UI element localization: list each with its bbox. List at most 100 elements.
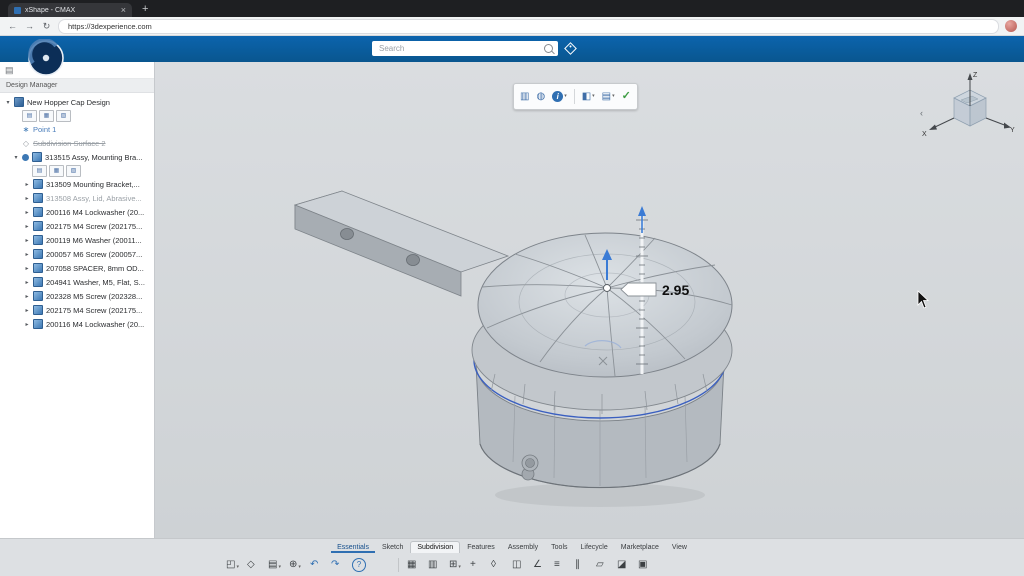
mini-tool-icon[interactable]: ▧ [56,110,71,122]
tree-node-part[interactable]: ▸ 207058 SPACER, 8mm OD... [0,261,154,275]
settings-tool-icon[interactable]: ⊕▾ [289,560,302,570]
undo-icon[interactable]: ↶ [310,560,323,570]
tree-node-part[interactable]: ▸ 313509 Mounting Bracket,... [0,177,154,191]
design-manager-panel: ▤ Design Manager ▾ New Hopper Cap Design… [0,62,155,538]
grid-view-icon[interactable]: ▦ [407,560,420,570]
expand-icon[interactable]: ▸ [24,307,30,314]
validate-icon[interactable]: ✓ [622,91,631,102]
3d-viewport[interactable]: 2.95 ▥ ◍ i ▾ ◧▾ ▤▾ ✓ [155,62,1024,538]
prism-tool-icon[interactable]: ◇ [247,560,260,570]
orientation-triad[interactable]: Z X Y ‹ [920,68,1016,148]
measurement-value: 2.95 [662,282,689,298]
redo-icon[interactable]: ↷ [331,560,344,570]
tab-tools[interactable]: Tools [545,542,573,553]
tree-node-part[interactable]: ▸ 313508 Assy, Lid, Abrasive... [0,191,154,205]
search-icon[interactable] [544,44,553,53]
tab-view[interactable]: View [666,542,693,553]
3ds-compass-logo[interactable] [27,39,65,77]
collapse-icon[interactable]: ▾ [13,154,19,161]
tree-node-label: 200119 M6 Washer (20011... [46,236,142,245]
mini-tool-icon[interactable]: ▦ [49,165,64,177]
table-view-icon[interactable]: ▥ [428,560,441,570]
tab-lifecycle[interactable]: Lifecycle [575,542,614,553]
tree-node-part[interactable]: ▸ 202328 M5 Screw (202328... [0,289,154,303]
columns-view-icon[interactable]: ▥ [520,92,529,102]
pattern-tool-icon[interactable]: ⊞▾ [449,560,462,570]
url-field[interactable]: https://3dexperience.com [58,19,999,34]
diamond-tool-icon[interactable]: ◊ [491,560,504,570]
tree-node-point[interactable]: ∗ Point 1 [0,122,154,136]
tree-node-label: 313515 Assy, Mounting Bra... [45,153,142,162]
info-icon[interactable]: i ▾ [552,91,567,102]
layers-icon[interactable]: ◧▾ [582,92,595,102]
tab-essentials[interactable]: Essentials [331,542,375,553]
collapse-icon[interactable]: ▾ [5,99,11,106]
expand-icon[interactable]: ▸ [24,181,30,188]
new-tab-button[interactable]: + [142,4,148,15]
expand-icon[interactable]: ▸ [24,321,30,328]
display-mode-icon[interactable]: ▤▾ [602,92,615,102]
tree-node-part[interactable]: ▸ 202175 M4 Screw (202175... [0,303,154,317]
action-bar-tools: ◰▾ ◇ ▤▾ ⊕▾ ↶ ↷ ? ▦ ▥ ⊞▾ + ◊ ◫ ∠ ≡ ∥ [0,553,1024,576]
forward-icon[interactable]: → [24,21,35,31]
part-icon [33,291,43,301]
box-tool-icon[interactable]: ▣ [638,560,651,570]
tree-node-part[interactable]: ▸ 200116 M4 Lockwasher (20... [0,317,154,331]
tree-node-part[interactable]: ▸ 204941 Washer, M5, Flat, S... [0,275,154,289]
expand-icon[interactable]: ▸ [24,237,30,244]
tree-panel-icon[interactable]: ▤ [5,65,14,76]
tree-node-part[interactable]: ▸ 200119 M6 Washer (20011... [0,233,154,247]
expand-icon[interactable]: ▸ [24,223,30,230]
part-icon [33,305,43,315]
browser-tab[interactable]: xShape - CMAX × [8,3,132,17]
refresh-icon[interactable]: ↻ [41,21,52,32]
shape-tool-icon[interactable]: ◰▾ [226,560,239,570]
tree-node-label: 202328 M5 Screw (202328... [46,292,142,301]
view-toolbar: ▥ ◍ i ▾ ◧▾ ▤▾ ✓ [513,83,638,110]
expand-icon[interactable]: ▸ [24,265,30,272]
browser-tab-strip: xShape - CMAX × + [0,0,1024,17]
tab-assembly[interactable]: Assembly [502,542,544,553]
tree-node-part[interactable]: ▸ 200057 M6 Screw (200057... [0,247,154,261]
mounting-arm [295,191,508,296]
part-icon [33,235,43,245]
mini-tool-icon[interactable]: ▦ [39,110,54,122]
tree-node-part[interactable]: ▸ 200116 M4 Lockwasher (20... [0,205,154,219]
expand-icon[interactable]: ▸ [24,251,30,258]
mouse-cursor [917,290,931,310]
tab-subdivision[interactable]: Subdivision [410,541,460,553]
expand-icon[interactable]: ▸ [24,293,30,300]
assembly-icon [32,152,42,162]
tree-node-subdivision[interactable]: ◇ Subdivision Surface 2 [0,136,154,150]
add-element-icon[interactable]: + [470,560,483,570]
mini-tool-icon[interactable]: ▤ [32,165,47,177]
ruler-handle [621,283,656,296]
expand-icon[interactable]: ▸ [24,195,30,202]
plane-tool-icon[interactable]: ▱ [596,560,609,570]
mini-tool-icon[interactable]: ▧ [66,165,81,177]
list-tool-icon[interactable]: ≡ [554,560,567,570]
tab-features[interactable]: Features [461,542,501,553]
help-tool-icon[interactable]: ? [352,558,366,572]
globe-icon[interactable]: ◍ [536,92,545,102]
search-input[interactable] [377,43,541,54]
tab-sketch[interactable]: Sketch [376,542,409,553]
angle-measure-icon[interactable]: ∠ [533,560,546,570]
export-tool-icon[interactable]: ▤▾ [268,560,281,570]
browser-profile-avatar[interactable] [1005,20,1017,32]
corner-tool-icon[interactable]: ◪ [617,560,630,570]
back-icon[interactable]: ← [7,21,18,31]
tab-close-icon[interactable]: × [121,6,126,15]
mini-tool-icon[interactable]: ▤ [22,110,37,122]
part-icon [33,207,43,217]
expand-icon[interactable]: ▸ [24,279,30,286]
expand-icon[interactable]: ▸ [24,209,30,216]
tree-node-part[interactable]: ▸ 202175 M4 Screw (202175... [0,219,154,233]
tree-node-assembly[interactable]: ▾ 313515 Assy, Mounting Bra... [0,150,154,164]
window-tool-icon[interactable]: ◫ [512,560,525,570]
3d-model-hopper-cap[interactable]: 2.95 [155,62,1024,538]
tab-marketplace[interactable]: Marketplace [615,542,665,553]
tree-mini-toolbar: ▤ ▦ ▧ [0,164,154,177]
tree-node-root[interactable]: ▾ New Hopper Cap Design [0,95,154,109]
parallel-tool-icon[interactable]: ∥ [575,560,588,570]
